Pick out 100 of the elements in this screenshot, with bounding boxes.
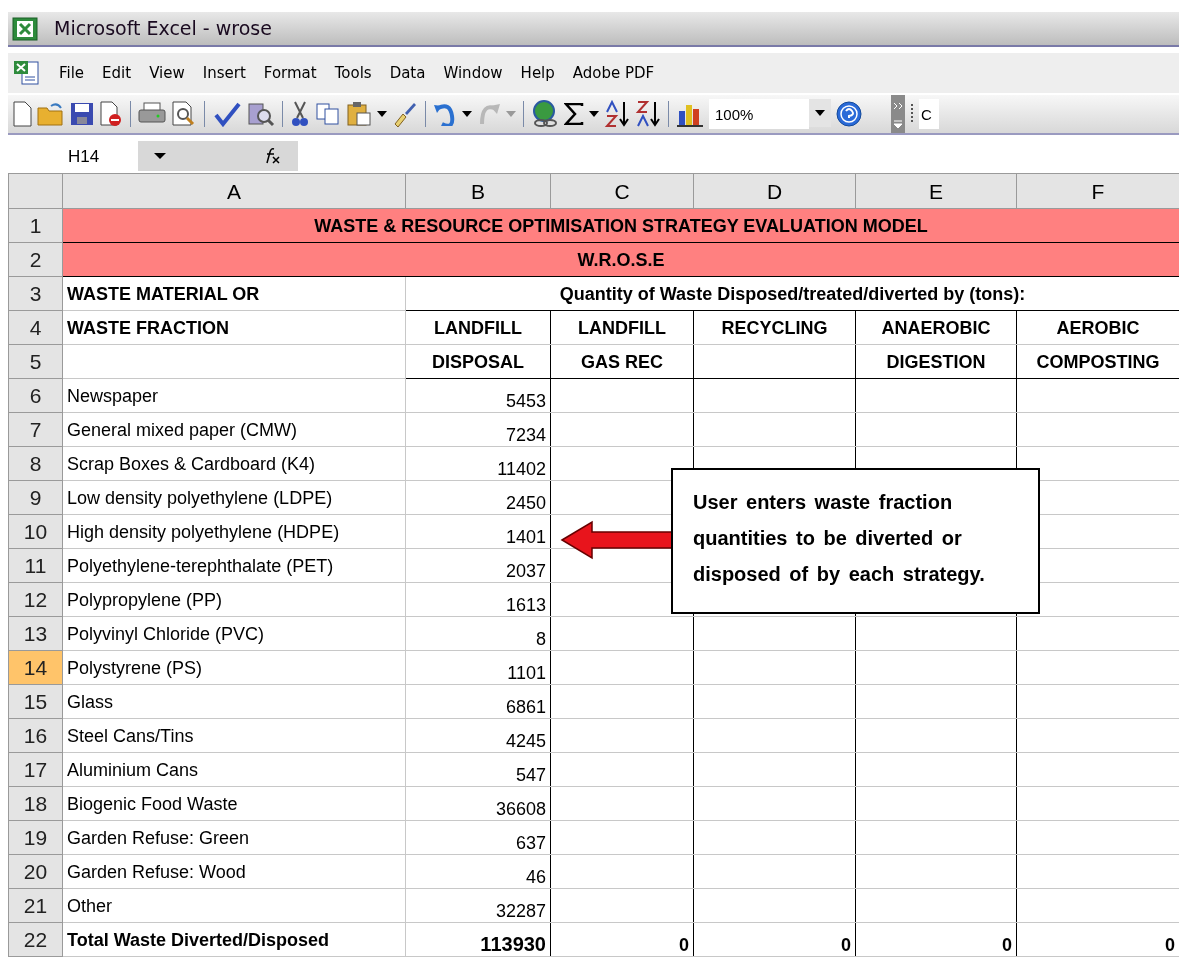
table-cell: WASTE MATERIAL OR — [62, 276, 406, 311]
table-cell: Low density polyethylene (LDPE) — [62, 480, 406, 515]
spelling-check-icon[interactable] — [212, 101, 242, 127]
app-icon — [12, 16, 38, 41]
row-header[interactable]: 19 — [8, 820, 63, 855]
table-cell: Polyethylene-terephthalate (PET) — [62, 548, 406, 583]
row-header[interactable]: 1 — [8, 208, 63, 243]
menu-item[interactable]: View — [140, 61, 194, 85]
globe-link-icon[interactable] — [531, 100, 559, 128]
table-cell: Glass — [62, 684, 406, 719]
table-cell: Total Waste Diverted/Disposed — [62, 922, 406, 957]
row-header[interactable]: 7 — [8, 412, 63, 447]
column-header[interactable]: E — [855, 173, 1017, 209]
table-cell: 2037 — [405, 548, 551, 583]
column-heading: DIGESTION — [855, 344, 1017, 379]
sigma-icon[interactable] — [564, 103, 584, 125]
paintbrush-icon[interactable] — [392, 101, 418, 127]
zoom-field[interactable]: 100% — [709, 99, 809, 129]
row-header[interactable]: 8 — [8, 446, 63, 481]
workbook-icon[interactable] — [12, 59, 42, 87]
sort-ascending-icon[interactable] — [604, 100, 630, 128]
table-cell: Polypropylene (PP) — [62, 582, 406, 617]
row-header[interactable]: 20 — [8, 854, 63, 889]
caret-icon[interactable] — [462, 110, 472, 118]
help-icon[interactable] — [836, 101, 862, 127]
row-header[interactable]: 3 — [8, 276, 63, 311]
row-header[interactable]: 14 — [8, 650, 63, 685]
row-header[interactable]: 6 — [8, 378, 63, 413]
column-header[interactable]: C — [550, 173, 694, 209]
row-header[interactable]: 9 — [8, 480, 63, 515]
table-cell: 637 — [405, 820, 551, 855]
menu-item[interactable]: Data — [380, 61, 435, 85]
column-header[interactable]: F — [1016, 173, 1179, 209]
column-header[interactable]: D — [693, 173, 856, 209]
copy-icon[interactable] — [315, 102, 341, 126]
table-cell: 5453 — [405, 378, 551, 413]
sheet-title: WASTE & RESOURCE OPTIMISATION STRATEGY EVALUATION MODEL — [62, 208, 1179, 243]
table-cell: 8 — [405, 616, 551, 651]
clipboard-icon[interactable] — [346, 101, 372, 127]
menu-item[interactable]: Window — [434, 61, 512, 85]
folder-icon[interactable] — [37, 102, 65, 126]
table-cell: Other — [62, 888, 406, 923]
caret-icon[interactable] — [589, 110, 599, 118]
new-document-icon[interactable] — [12, 101, 32, 127]
row-header[interactable]: 17 — [8, 752, 63, 787]
menu-item[interactable]: Edit — [93, 61, 141, 85]
table-cell: 36608 — [405, 786, 551, 821]
caret-icon — [506, 110, 516, 118]
grip-icon[interactable] — [910, 103, 914, 125]
row-header[interactable]: 22 — [8, 922, 63, 957]
column-heading: LANDFILL — [405, 310, 551, 345]
caret-icon[interactable] — [377, 110, 387, 118]
dropdown-icon[interactable] — [815, 109, 825, 117]
row-header[interactable]: 21 — [8, 888, 63, 923]
table-cell: 0 — [550, 922, 694, 957]
menu-item[interactable]: Tools — [325, 61, 381, 85]
table-cell: 547 — [405, 752, 551, 787]
dropdown-icon[interactable] — [154, 152, 166, 160]
table-cell: Garden Refuse: Wood — [62, 854, 406, 889]
menu-item[interactable]: Adobe PDF — [563, 61, 664, 85]
row-header[interactable]: 11 — [8, 548, 63, 583]
table-cell: Steel Cans/Tins — [62, 718, 406, 753]
table-cell: 32287 — [405, 888, 551, 923]
column-header[interactable]: B — [405, 173, 551, 209]
row-header[interactable]: 15 — [8, 684, 63, 719]
document-stop-icon[interactable] — [99, 101, 123, 127]
row-header[interactable]: 18 — [8, 786, 63, 821]
font-field[interactable]: C — [919, 99, 939, 129]
table-cell: Aluminium Cans — [62, 752, 406, 787]
row-header[interactable]: 12 — [8, 582, 63, 617]
table-cell: WASTE FRACTION — [62, 310, 406, 345]
toolbar-options-icon[interactable] — [891, 95, 905, 133]
table-cell: Newspaper — [62, 378, 406, 413]
row-header[interactable]: 16 — [8, 718, 63, 753]
table-cell: 0 — [855, 922, 1017, 957]
row-header[interactable]: 2 — [8, 242, 63, 277]
redo-icon — [477, 102, 501, 126]
column-heading: ANAEROBIC — [855, 310, 1017, 345]
table-cell: 1613 — [405, 582, 551, 617]
menu-item[interactable]: Help — [511, 61, 564, 85]
row-header[interactable]: 13 — [8, 616, 63, 651]
menu-item[interactable]: Insert — [193, 61, 255, 85]
column-header[interactable]: A — [62, 173, 406, 209]
column-heading: GAS REC — [550, 344, 694, 379]
sheet-subtitle: W.R.O.S.E — [62, 242, 1179, 277]
scissors-icon[interactable] — [290, 101, 310, 127]
printer-icon[interactable] — [138, 102, 166, 126]
magnifier-document-icon[interactable] — [171, 101, 197, 127]
menu-item[interactable]: File — [50, 61, 94, 85]
table-cell: 46 — [405, 854, 551, 889]
row-header[interactable]: 10 — [8, 514, 63, 549]
sort-descending-icon[interactable] — [635, 100, 661, 128]
table-cell: 113930 — [405, 922, 551, 957]
menu-item[interactable]: Format — [254, 61, 326, 85]
row-header[interactable]: 5 — [8, 344, 63, 379]
table-cell: Scrap Boxes & Cardboard (K4) — [62, 446, 406, 481]
function-icon[interactable] — [264, 147, 282, 165]
row-header[interactable]: 4 — [8, 310, 63, 345]
research-icon[interactable] — [247, 101, 275, 127]
undo-icon[interactable] — [433, 102, 457, 126]
